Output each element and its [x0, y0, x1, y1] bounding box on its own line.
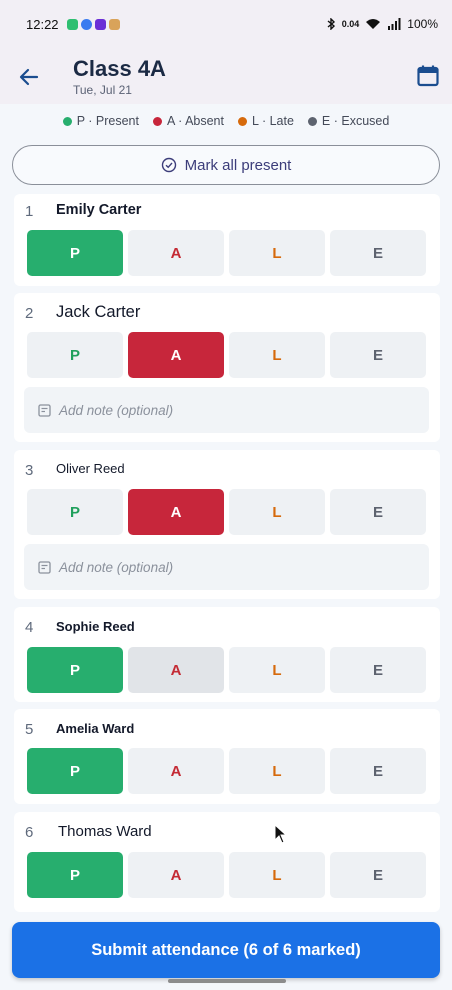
absent-button[interactable]: A	[128, 230, 224, 276]
status-legend: P · Present A · Absent L · Late E · Excu…	[0, 114, 452, 128]
status-time: 12:22	[26, 16, 59, 32]
late-button[interactable]: L	[229, 489, 325, 535]
student-number: 1	[25, 203, 34, 220]
absent-button[interactable]: A	[128, 748, 224, 794]
present-button[interactable]: P	[27, 489, 123, 535]
note-icon	[38, 403, 51, 417]
note-icon	[38, 560, 51, 574]
excused-button[interactable]: E	[330, 647, 426, 693]
late-button[interactable]: L	[229, 230, 325, 276]
calendar-icon	[417, 65, 439, 87]
late-button[interactable]: L	[229, 852, 325, 898]
page-subtitle-date: Tue, Jul 21	[73, 83, 132, 97]
verified-notification-icon	[80, 18, 92, 30]
network-speed: 0.04	[341, 19, 360, 29]
submit-attendance-button[interactable]: Submit attendance (6 of 6 marked)	[12, 922, 440, 978]
legend-absent: A · Absent	[153, 114, 224, 128]
absent-dot-icon	[153, 116, 162, 126]
present-button[interactable]: P	[27, 230, 123, 276]
present-button[interactable]: P	[27, 647, 123, 693]
bluetooth-icon	[327, 18, 335, 30]
page-title: Class 4A	[73, 56, 166, 81]
student-row: 5 Amelia Ward P A L E	[14, 709, 440, 804]
student-number: 5	[25, 721, 34, 738]
legend-present: P · Present	[62, 114, 139, 128]
present-dot-icon	[62, 116, 72, 126]
student-row: 2 Jack Carter P A L E Add note (optional…	[14, 293, 440, 442]
late-button[interactable]: L	[229, 332, 325, 378]
student-number: 4	[25, 619, 34, 636]
wifi-icon	[366, 19, 381, 29]
student-number: 6	[25, 824, 34, 841]
check-circle-icon	[161, 157, 176, 173]
arrow-back-icon	[19, 68, 39, 86]
late-button[interactable]: L	[229, 647, 325, 693]
student-number: 3	[25, 462, 34, 479]
student-row: 4 Sophie Reed P A L E	[14, 607, 440, 702]
late-button[interactable]: L	[229, 748, 325, 794]
signal-icon	[388, 18, 401, 30]
app-notification-icon	[66, 18, 78, 30]
legend-late: L · Late	[237, 114, 294, 128]
legend-excused: E · Excused	[307, 114, 389, 128]
student-name: Sophie Reed	[56, 619, 135, 634]
status-right: 0.04 100%	[326, 17, 438, 31]
app-bar: Class 4A Tue, Jul 21	[0, 48, 452, 104]
student-number: 2	[25, 305, 34, 322]
attendance-content: P · Present A · Absent L · Late E · Excu…	[0, 104, 452, 990]
excused-button[interactable]: E	[330, 852, 426, 898]
student-row: 3 Oliver Reed P A L E Add note (optional…	[14, 450, 440, 599]
status-bar: 12:22 0.04 100%	[0, 0, 452, 48]
present-button[interactable]: P	[27, 852, 123, 898]
notification-icons	[66, 18, 120, 30]
mouse-cursor-icon	[274, 824, 288, 844]
student-name: Oliver Reed	[56, 461, 125, 476]
absent-button[interactable]: A	[128, 852, 224, 898]
student-name: Jack Carter	[56, 303, 141, 321]
absent-button[interactable]: A	[128, 332, 224, 378]
note-field[interactable]: Add note (optional)	[24, 387, 429, 433]
note-field[interactable]: Add note (optional)	[24, 544, 429, 590]
calendar-button[interactable]	[416, 64, 440, 88]
present-button[interactable]: P	[27, 332, 123, 378]
student-name: Thomas Ward	[58, 823, 152, 840]
excused-button[interactable]: E	[330, 489, 426, 535]
student-name: Emily Carter	[56, 202, 142, 218]
late-dot-icon	[237, 116, 247, 126]
back-button[interactable]	[16, 64, 42, 90]
mark-all-present-button[interactable]: Mark all present	[12, 145, 440, 185]
student-name: Amelia Ward	[56, 721, 135, 736]
student-row: 6 Thomas Ward P A L E	[14, 812, 440, 912]
excused-button[interactable]: E	[330, 332, 426, 378]
student-row: 1 Emily Carter P A L E	[14, 194, 440, 286]
note-placeholder: Add note (optional)	[59, 402, 174, 418]
excused-button[interactable]: E	[330, 230, 426, 276]
absent-button[interactable]: A	[128, 489, 224, 535]
note-placeholder: Add note (optional)	[59, 559, 174, 575]
present-button[interactable]: P	[27, 748, 123, 794]
absent-button[interactable]: A	[128, 647, 224, 693]
messaging-notification-icon	[94, 18, 106, 30]
excused-button[interactable]: E	[330, 748, 426, 794]
excused-dot-icon	[307, 116, 317, 126]
home-indicator[interactable]	[168, 979, 286, 983]
avatar-notification-icon	[108, 18, 120, 30]
battery-level: 100%	[407, 17, 438, 31]
